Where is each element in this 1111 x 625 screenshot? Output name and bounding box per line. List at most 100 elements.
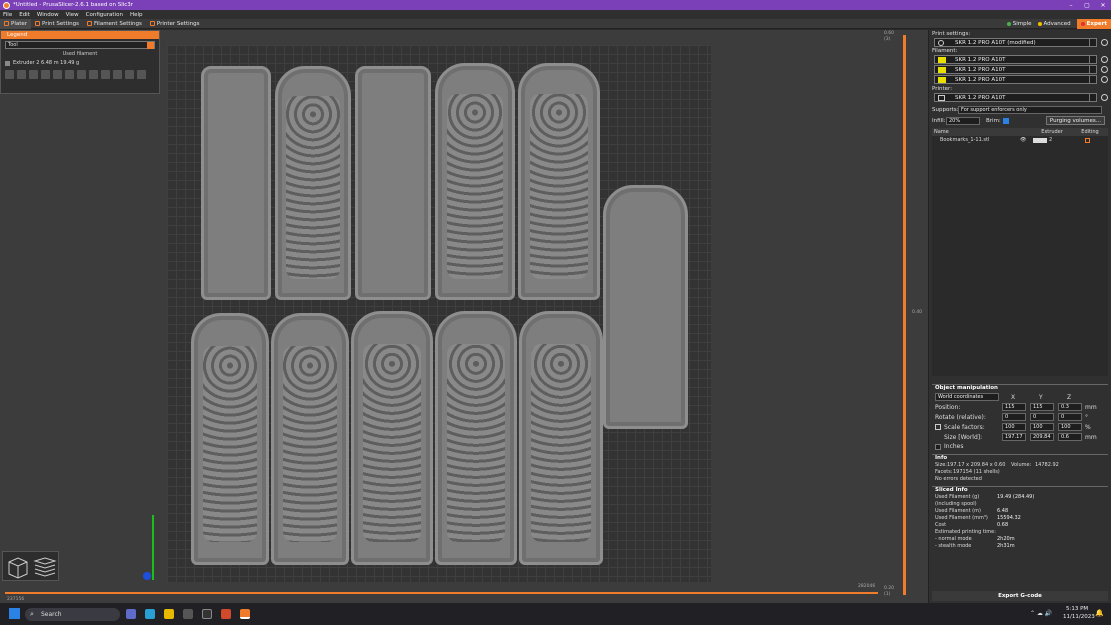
rotate-unit: ° — [1085, 413, 1088, 421]
tray-icons[interactable]: ⌃ ☁ 🔊 — [1030, 610, 1052, 617]
view-toggle — [2, 551, 59, 581]
size-x-input[interactable]: 197.17 — [1002, 433, 1026, 441]
bookmark-1[interactable] — [201, 66, 271, 300]
position-z-input[interactable]: 0.3 — [1058, 403, 1082, 411]
file-explorer-icon[interactable] — [164, 609, 174, 619]
tab-plater[interactable]: Plater — [0, 18, 32, 29]
bookmark-7[interactable] — [191, 313, 269, 565]
size-z-input[interactable]: 0.6 — [1058, 433, 1082, 441]
store-icon[interactable] — [183, 609, 193, 619]
object-row[interactable]: Bookmarks_1-11.stl 👁 2 — [932, 136, 1108, 144]
taskbar-search[interactable]: Search — [25, 608, 120, 621]
tool-change-icon[interactable] — [65, 70, 74, 79]
task-view-icon[interactable] — [126, 609, 136, 619]
position-x-input[interactable]: 115 — [1002, 403, 1026, 411]
col-extruder: Extruder — [1041, 129, 1063, 135]
seams-icon[interactable] — [53, 70, 62, 79]
print-profile-select[interactable]: SKR 1.2 PRO A10T (modified) — [934, 38, 1108, 47]
edit-preset-icon[interactable] — [1101, 66, 1108, 73]
menu-edit[interactable]: Edit — [19, 12, 30, 18]
bookmark-8[interactable] — [271, 313, 349, 565]
rotate-x-input[interactable]: 0 — [1002, 413, 1026, 421]
minimize-button[interactable]: – — [1063, 2, 1079, 9]
edge-icon[interactable] — [145, 609, 155, 619]
close-button[interactable]: ✕ — [1095, 2, 1111, 9]
clock-time[interactable]: 5:13 PM — [1066, 606, 1088, 612]
3d-view-icon[interactable] — [8, 557, 28, 579]
filament-select-3[interactable]: SKR 1.2 PRO A10T — [934, 75, 1108, 84]
menu-view[interactable]: View — [66, 12, 79, 18]
scale-y-input[interactable]: 100 — [1030, 423, 1054, 431]
deretraction-icon[interactable] — [41, 70, 50, 79]
app-icon[interactable] — [202, 609, 212, 619]
bookmark-4[interactable] — [435, 63, 515, 300]
scale-x-input[interactable]: 100 — [1002, 423, 1026, 431]
scale-unit: % — [1085, 423, 1091, 431]
size-y-input[interactable]: 209.84 — [1030, 433, 1054, 441]
bookmark-10[interactable] — [435, 311, 517, 565]
preview-layers-icon[interactable] — [33, 557, 57, 577]
tab-printer-settings[interactable]: Printer Settings — [146, 19, 204, 29]
layer-top-index: (3) — [884, 37, 891, 42]
custom-gcode-icon[interactable] — [101, 70, 110, 79]
notification-bell-icon[interactable]: 🔔 — [1095, 609, 1104, 617]
scale-z-input[interactable]: 100 — [1058, 423, 1082, 431]
bookmark-3[interactable] — [355, 66, 431, 300]
rotate-y-input[interactable]: 0 — [1030, 413, 1054, 421]
eye-icon[interactable]: 👁 — [1020, 136, 1030, 144]
maximize-button[interactable]: ▢ — [1079, 2, 1095, 9]
pause-icon[interactable] — [89, 70, 98, 79]
coordinate-system-select[interactable]: World coordinates — [935, 393, 999, 401]
menu-configuration[interactable]: Configuration — [86, 12, 123, 18]
center-of-gravity-icon[interactable] — [113, 70, 122, 79]
sliced-value: 6.48 — [997, 508, 1009, 514]
edit-preset-icon[interactable] — [1101, 56, 1108, 63]
mode-advanced[interactable]: Advanced — [1037, 21, 1071, 27]
shells-icon[interactable] — [125, 70, 134, 79]
mode-simple[interactable]: Simple — [1006, 21, 1032, 27]
color-change-icon[interactable] — [77, 70, 86, 79]
view-type-select[interactable]: Tool — [5, 41, 155, 49]
mode-expert[interactable]: Expert — [1076, 19, 1111, 29]
rotate-z-input[interactable]: 0 — [1058, 413, 1082, 421]
legend-header[interactable]: Legend — [1, 31, 159, 39]
menu-help[interactable]: Help — [130, 12, 143, 18]
travel-icon[interactable] — [5, 70, 14, 79]
extruder-swatch — [5, 60, 10, 66]
filament-select-2[interactable]: SKR 1.2 PRO A10T — [934, 65, 1108, 74]
edit-object-icon[interactable] — [1085, 137, 1090, 143]
3d-viewport[interactable] — [0, 30, 928, 603]
edit-preset-icon[interactable] — [1101, 94, 1108, 101]
tab-print-settings[interactable]: Print Settings — [31, 19, 83, 29]
retraction-icon[interactable] — [29, 70, 38, 79]
bookmark-6[interactable] — [603, 185, 688, 429]
tool-marker-icon[interactable] — [137, 70, 146, 79]
printer-select[interactable]: SKR 1.2 PRO A10T — [934, 93, 1108, 102]
prusaslicer-taskbar-icon[interactable] — [240, 609, 250, 619]
windows-start-icon[interactable] — [9, 608, 20, 619]
bookmark-11[interactable] — [519, 311, 603, 565]
purging-volumes-button[interactable]: Purging volumes... — [1045, 116, 1105, 125]
sliced-key: Used Filament (mm³) — [935, 515, 988, 521]
sliced-row: - stealth mode 2h31m — [935, 543, 1105, 549]
supports-select[interactable]: For support enforcers only — [958, 106, 1102, 114]
export-gcode-button[interactable]: Export G-code — [932, 591, 1108, 601]
bookmark-5[interactable] — [518, 63, 600, 300]
edit-preset-icon[interactable] — [1101, 76, 1108, 83]
bookmark-2[interactable] — [275, 66, 351, 300]
layer-slider[interactable] — [903, 35, 906, 595]
filament-select-1[interactable]: SKR 1.2 PRO A10T — [934, 55, 1108, 64]
clock-date[interactable]: 11/11/2023 — [1063, 614, 1095, 620]
move-slider[interactable] — [5, 592, 878, 594]
edit-preset-icon[interactable] — [1101, 39, 1108, 46]
menu-window[interactable]: Window — [37, 12, 59, 18]
brim-checkbox[interactable] — [1002, 117, 1009, 124]
tab-filament-settings[interactable]: Filament Settings — [83, 19, 146, 29]
position-y-input[interactable]: 115 — [1030, 403, 1054, 411]
object-extruder[interactable]: 2 — [1047, 136, 1067, 144]
cura-icon[interactable] — [221, 609, 231, 619]
wipe-icon[interactable] — [17, 70, 26, 79]
bookmark-9[interactable] — [351, 311, 433, 565]
infill-select[interactable]: 20% — [946, 116, 980, 125]
menu-file[interactable]: File — [3, 12, 12, 18]
